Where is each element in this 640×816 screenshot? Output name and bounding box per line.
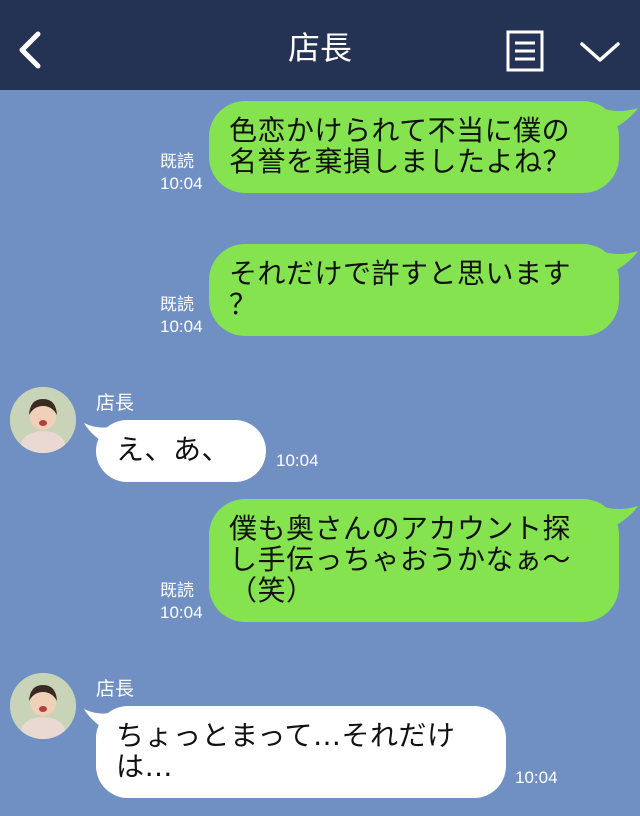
chat-title: 店長 bbox=[287, 29, 352, 67]
message-time: 10:04 bbox=[160, 603, 203, 622]
avatar[interactable] bbox=[10, 387, 76, 453]
message-bubble[interactable]: それだけで許すと思います ？ bbox=[209, 244, 619, 336]
chevron-down-icon[interactable] bbox=[578, 38, 622, 66]
sender-name: 店長 bbox=[96, 392, 135, 414]
message-time: 10:04 bbox=[160, 174, 203, 193]
message-time: 10:04 bbox=[515, 768, 558, 787]
read-receipt: 既読 bbox=[160, 152, 194, 171]
note-icon[interactable] bbox=[506, 30, 544, 72]
avatar[interactable] bbox=[10, 673, 76, 739]
child-avatar-icon bbox=[10, 387, 76, 453]
message-bubble[interactable]: 色恋かけられて不当に僕の 名誉を棄損しましたよね？ bbox=[209, 101, 619, 193]
message-bubble[interactable]: 僕も奥さんのアカウント探 し手伝っちゃおうかなぁ～ （笑） bbox=[209, 499, 619, 622]
message-time: 10:04 bbox=[276, 451, 319, 470]
message-bubble[interactable]: え、あ、 bbox=[96, 420, 266, 482]
child-avatar-icon bbox=[10, 673, 76, 739]
chat-header: 店長 bbox=[0, 0, 640, 90]
message-time: 10:04 bbox=[160, 317, 203, 336]
sender-name: 店長 bbox=[96, 678, 135, 700]
message-bubble[interactable]: ちょっとまって…それだけ は… bbox=[96, 706, 506, 798]
read-receipt: 既読 bbox=[160, 295, 194, 314]
read-receipt: 既読 bbox=[160, 581, 194, 600]
